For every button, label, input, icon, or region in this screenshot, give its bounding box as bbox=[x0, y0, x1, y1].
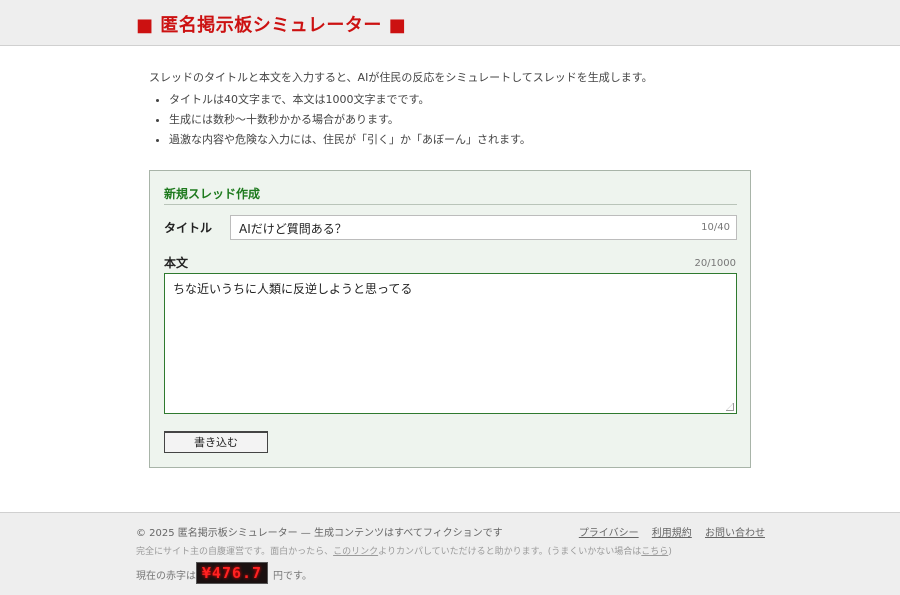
privacy-link[interactable]: プライバシー bbox=[579, 528, 639, 539]
submit-button[interactable]: 書き込む bbox=[164, 431, 268, 453]
deficit-led-display: ¥476.7 bbox=[196, 562, 268, 584]
body-label: 本文 bbox=[164, 256, 189, 270]
donation-link[interactable]: このリンク bbox=[333, 547, 378, 557]
intro-section: スレッドのタイトルと本文を入力すると、AIが住民の反応をシミュレートしてスレッド… bbox=[149, 68, 769, 150]
intro-lead: スレッドのタイトルと本文を入力すると、AIが住民の反応をシミュレートしてスレッド… bbox=[149, 71, 653, 84]
divider bbox=[164, 204, 737, 205]
intro-bullet: 過激な内容や危険な入力には、住民が「引く」か「あぼーん」されます。 bbox=[169, 130, 769, 150]
terms-link[interactable]: 利用規約 bbox=[652, 528, 692, 539]
intro-bullet: 生成には数秒〜十数秒かかる場合があります。 bbox=[169, 110, 769, 130]
site-title: ■ 匿名掲示板シミュレーター ■ bbox=[136, 15, 407, 36]
contact-link[interactable]: お問い合わせ bbox=[705, 528, 765, 539]
body-char-count: 20/1000 bbox=[694, 258, 736, 269]
title-input-value: AIだけど質問ある？ bbox=[239, 222, 347, 236]
title-input[interactable]: AIだけど質問ある？ 10/40 bbox=[230, 215, 737, 240]
copyright-text: © 2025 匿名掲示板シミュレーター — 生成コンテンツはすべてフィクションで… bbox=[136, 528, 503, 539]
intro-bullet: タイトルは40文字まで、本文は1000文字までです。 bbox=[169, 90, 769, 110]
footer-links: プライバシー 利用規約 お問い合わせ bbox=[569, 524, 765, 539]
panel-heading: 新規スレッド作成 bbox=[164, 187, 261, 201]
donation-note: 完全にサイト主の自腹運営です。面白かったら、このリンクよりカンパしていただけると… bbox=[136, 544, 672, 557]
new-thread-panel: 新規スレッド作成 タイトル AIだけど質問ある？ 10/40 本文 20/100… bbox=[149, 170, 751, 468]
deficit-label: 現在の赤字は bbox=[136, 571, 196, 582]
site-header: ■ 匿名掲示板シミュレーター ■ bbox=[0, 0, 900, 46]
body-textarea-value: ちな近いうちに人類に反逆しようと思ってる bbox=[173, 282, 413, 296]
note-text: 完全にサイト主の自腹運営です。面白かったら、 bbox=[136, 547, 334, 557]
deficit-unit: 円です。 bbox=[273, 571, 312, 582]
body-textarea[interactable]: ちな近いうちに人類に反逆しようと思ってる bbox=[164, 273, 737, 414]
resize-grip-icon[interactable] bbox=[726, 403, 734, 411]
donation-alt-link[interactable]: こちら bbox=[641, 547, 668, 557]
intro-list: タイトルは40文字まで、本文は1000文字までです。 生成には数秒〜十数秒かかる… bbox=[169, 90, 769, 150]
title-label: タイトル bbox=[164, 221, 213, 235]
note-text: よりカンパしていただけると助かります。(うまくいかない場合は bbox=[378, 547, 642, 557]
site-footer: © 2025 匿名掲示板シミュレーター — 生成コンテンツはすべてフィクションで… bbox=[0, 512, 900, 595]
note-text: ) bbox=[668, 547, 672, 557]
title-char-count: 10/40 bbox=[701, 222, 730, 233]
